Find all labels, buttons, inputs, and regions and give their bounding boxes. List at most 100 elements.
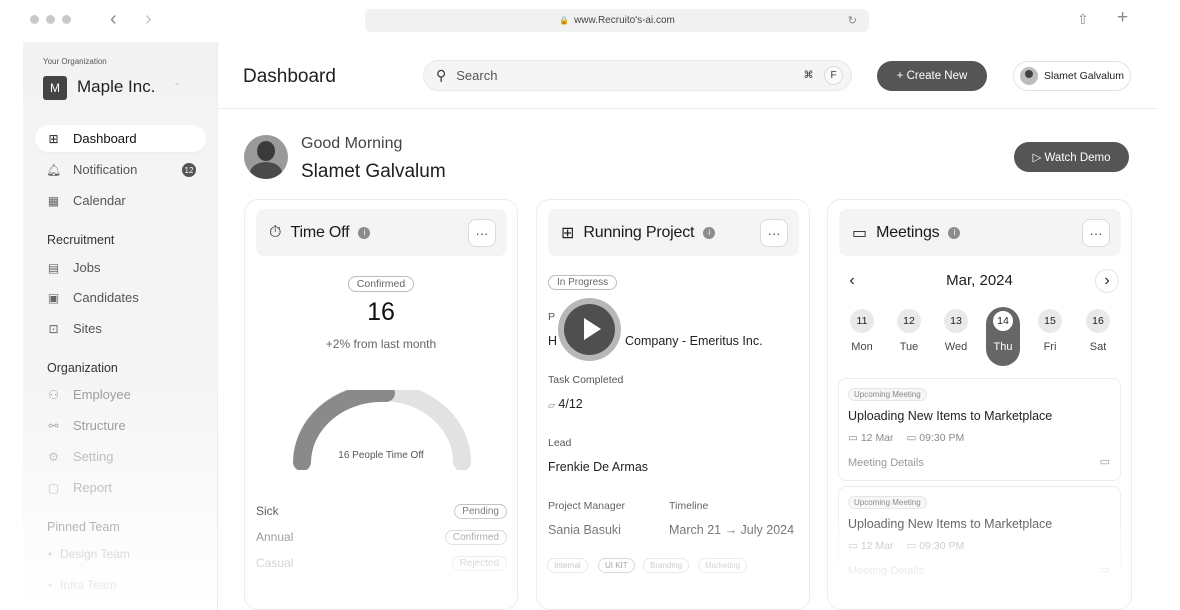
timeline-label: Timeline: [669, 500, 709, 512]
sidebar-item-calendar[interactable]: ▦ Calendar: [35, 187, 206, 214]
sidebar-item-label: Sites: [73, 321, 102, 336]
leave-status: Rejected: [451, 556, 507, 571]
meeting-item[interactable]: Upcoming Meeting Uploading New Items to …: [838, 378, 1121, 481]
manager-value: Sania Basuki: [548, 523, 621, 537]
sidebar-item-jobs[interactable]: ▤ Jobs: [35, 254, 206, 281]
day-name: Tue: [899, 341, 919, 353]
status-badge: In Progress: [548, 275, 618, 290]
day-wed[interactable]: 13 Wed: [939, 307, 973, 366]
sidebar-item-label: Setting: [73, 449, 114, 464]
calendar-icon: ▭: [906, 540, 917, 552]
meeting-details-link[interactable]: Meeting Details: [848, 565, 924, 577]
watch-demo-button[interactable]: ▷ Watch Demo: [1014, 142, 1129, 172]
back-arrow-icon[interactable]: ‹: [110, 9, 117, 29]
time-off-change: +2% from last month: [325, 337, 437, 351]
day-sat[interactable]: 16 Sat: [1081, 307, 1115, 366]
sidebar-item-label: Design Team: [60, 546, 130, 561]
project-name: Company - Emeritus Inc.: [625, 334, 763, 348]
browser-chrome: ‹ › 🔒 www.Recruito's-ai.com ↻ ⇧ +: [0, 0, 1180, 42]
task-value: 4/12: [558, 397, 583, 411]
sidebar-item-label: Employee: [73, 387, 131, 402]
forward-arrow-icon[interactable]: ›: [145, 9, 152, 29]
day-number: 12: [897, 309, 921, 333]
sidebar-item-label: Report: [73, 480, 113, 495]
top-header: Dashboard ⚲ Search ⌘ F + Create New Slam…: [218, 42, 1157, 109]
sidebar-item-notification[interactable]: 🔔︎ Notification 12: [35, 156, 206, 183]
day-fri[interactable]: 15 Fri: [1033, 307, 1067, 366]
sidebar-item-label: Calendar: [73, 193, 126, 208]
card-title: Meetings: [876, 223, 940, 241]
info-icon[interactable]: i: [948, 226, 961, 239]
bell-icon: 🔔︎: [46, 162, 62, 177]
time-off-count: 16: [367, 298, 395, 326]
search-placeholder: Search: [456, 68, 498, 83]
grid-icon: ⊞: [48, 131, 59, 146]
search-input[interactable]: ⚲ Search ⌘ F: [423, 60, 852, 91]
lead-value: Frenkie De Armas: [548, 460, 649, 474]
project-tag: UI KIT: [598, 558, 635, 573]
info-icon[interactable]: i: [703, 226, 716, 239]
next-month-icon[interactable]: ›: [1095, 269, 1119, 293]
meeting-badge: Upcoming Meeting: [848, 388, 927, 401]
meeting-item[interactable]: Upcoming Meeting Uploading New Items to …: [838, 486, 1121, 589]
reload-icon[interactable]: ↻: [848, 14, 857, 27]
meetings-card: ▭ Meetings i ··· ‹ Mar, 2024 › 11 Mon 12…: [827, 199, 1132, 610]
sidebar-item-setting[interactable]: ⚙ Setting: [35, 443, 206, 470]
leave-row-sick: Sick Pending: [256, 504, 507, 522]
people-icon: ⚇: [48, 387, 59, 402]
calendar-icon: ▭: [848, 432, 858, 444]
search-icon: ⚲: [436, 67, 447, 83]
sidebar-item-label: Candidates: [73, 290, 139, 305]
create-new-button[interactable]: + Create New: [877, 61, 987, 91]
sidebar-item-label: Dashboard: [73, 131, 137, 146]
project-label: P: [548, 311, 556, 323]
sidebar-item-candidates[interactable]: ▣ Candidates: [35, 284, 206, 311]
meeting-meta: ▭ 12 Mar ▭ 09:30 PM: [848, 432, 964, 444]
window-controls[interactable]: [30, 15, 71, 24]
more-options-button[interactable]: ···: [760, 219, 788, 247]
sidebar-item-design-team[interactable]: • Design Team: [35, 540, 206, 567]
shortcut-key-f: F: [824, 66, 843, 85]
user-menu[interactable]: Slamet Galvalum: [1013, 61, 1131, 91]
leave-type: Casual: [256, 556, 294, 570]
card-header: ▭ Meetings i ···: [839, 209, 1121, 256]
meeting-meta: ▭ 12 Mar ▭ 09:30 PM: [848, 540, 964, 552]
info-icon[interactable]: i: [358, 226, 371, 239]
sidebar-item-employee[interactable]: ⚇ Employee: [35, 381, 206, 408]
sidebar-item-report[interactable]: ▢ Report: [35, 474, 206, 501]
org-logo: M: [43, 76, 67, 100]
running-project-card: ⊞ Running Project i ··· In Progress P H …: [536, 199, 810, 610]
bullet-icon: •: [47, 577, 53, 592]
sidebar-item-dashboard[interactable]: ⊞ Dashboard: [35, 125, 206, 152]
sidebar-item-infra-team[interactable]: • Infra Team: [35, 571, 206, 598]
calendar-icon: ▦: [47, 193, 60, 208]
play-video-button[interactable]: [558, 298, 621, 361]
day-mon[interactable]: 11 Mon: [845, 307, 879, 366]
day-name: Mon: [851, 341, 873, 353]
org-name[interactable]: Maple Inc.: [77, 77, 155, 97]
org-switch-icon[interactable]: ⌃: [173, 82, 181, 93]
notification-count-badge: 12: [182, 163, 196, 177]
meeting-details-link[interactable]: Meeting Details: [848, 457, 924, 469]
calendar-icon: ▭: [906, 432, 917, 444]
calendar-icon[interactable]: ▭: [1100, 455, 1110, 468]
card-title: Time Off: [290, 223, 350, 241]
sidebar-item-structure[interactable]: ⚯ Structure: [35, 412, 206, 439]
report-icon: ▢: [47, 480, 60, 495]
day-thu-selected[interactable]: 14 Thu: [986, 307, 1020, 366]
more-options-button[interactable]: ···: [468, 219, 496, 247]
sidebar: Your Organization M Maple Inc. ⌃ ⊞ Dashb…: [23, 42, 218, 610]
address-bar[interactable]: 🔒 www.Recruito's-ai.com ↻: [365, 9, 869, 32]
share-icon[interactable]: ⇧: [1077, 11, 1089, 28]
project-name-start: H: [548, 334, 558, 348]
lead-label: Lead: [548, 437, 572, 449]
new-tab-icon[interactable]: +: [1117, 7, 1128, 29]
org-label: Your Organization: [43, 57, 107, 66]
calendar-icon: ▭: [848, 540, 858, 552]
manager-label: Project Manager: [548, 500, 626, 512]
calendar-icon[interactable]: ▭: [1100, 563, 1110, 576]
sidebar-item-sites[interactable]: ⊡ Sites: [35, 315, 206, 342]
more-options-button[interactable]: ···: [1082, 219, 1110, 247]
day-tue[interactable]: 12 Tue: [892, 307, 926, 366]
sites-icon: ⊡: [48, 321, 59, 336]
